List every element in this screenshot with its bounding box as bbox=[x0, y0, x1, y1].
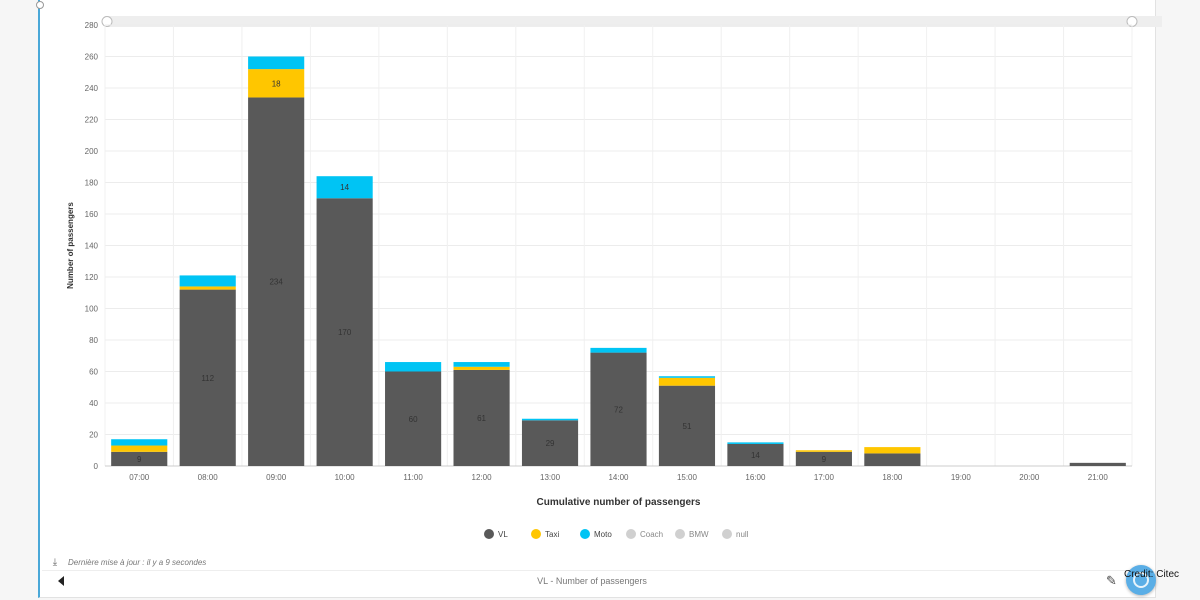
data-label: 72 bbox=[614, 405, 623, 414]
legend-marker bbox=[531, 529, 541, 539]
legend-item-moto[interactable]: Moto bbox=[580, 529, 612, 539]
y-tick-label: 0 bbox=[94, 462, 99, 471]
y-tick-label: 20 bbox=[89, 431, 98, 440]
y-tick-label: 100 bbox=[85, 305, 99, 314]
legend-item-coach[interactable]: Coach bbox=[626, 529, 663, 539]
data-label: 51 bbox=[683, 422, 692, 431]
bar-taxi bbox=[658, 377, 716, 386]
bar-moto bbox=[727, 442, 784, 444]
y-tick-label: 120 bbox=[85, 273, 99, 282]
stacked-bar-chart: 0 20 40 60 80 100 120 140 160 180 200 220 240 260 280 9… bbox=[66, 16, 1162, 539]
bar-moto bbox=[590, 347, 647, 353]
x-tick-label: 11:00 bbox=[403, 473, 423, 482]
y-tick-label: 180 bbox=[85, 179, 99, 188]
data-label: 14 bbox=[751, 451, 760, 460]
y-tick-label: 260 bbox=[85, 53, 99, 62]
y-tick-label: 200 bbox=[85, 147, 99, 156]
legend-marker bbox=[722, 529, 732, 539]
x-tick-label: 12:00 bbox=[472, 473, 493, 482]
bar-taxi bbox=[179, 286, 236, 290]
x-tick-label: 19:00 bbox=[951, 473, 972, 482]
legend-label: VL bbox=[498, 530, 508, 539]
legend-label: null bbox=[736, 530, 749, 539]
x-tick-label: 16:00 bbox=[745, 473, 766, 482]
credit-text: Credit: Citec bbox=[1124, 569, 1180, 580]
data-label: 170 bbox=[338, 328, 352, 337]
legend-marker bbox=[675, 529, 685, 539]
bar-vl bbox=[864, 453, 921, 466]
series-title: VL - Number of passengers bbox=[537, 576, 647, 586]
x-tick-label: 18:00 bbox=[882, 473, 903, 482]
x-tick-label: 10:00 bbox=[335, 473, 356, 482]
data-label: 14 bbox=[340, 183, 349, 192]
x-tick-label: 15:00 bbox=[677, 473, 698, 482]
legend-label: Coach bbox=[640, 530, 663, 539]
x-tick-label: 08:00 bbox=[198, 473, 219, 482]
bar-moto bbox=[248, 56, 305, 70]
download-icon[interactable]: ⤓ bbox=[50, 557, 60, 568]
bar-moto bbox=[385, 362, 442, 372]
x-tick-label: 14:00 bbox=[608, 473, 629, 482]
last-update-text: Dernière mise à jour : il y a 9 secondes bbox=[68, 558, 207, 567]
bar-moto bbox=[179, 275, 236, 287]
data-label: 61 bbox=[477, 414, 486, 423]
x-tick-label: 13:00 bbox=[540, 473, 561, 482]
legend-item-bmw[interactable]: BMW bbox=[675, 529, 709, 539]
legend-label: Taxi bbox=[545, 530, 559, 539]
x-tick-label: 21:00 bbox=[1088, 473, 1109, 482]
y-tick-label: 60 bbox=[89, 368, 98, 377]
bar-vl bbox=[1069, 462, 1126, 466]
y-tick-label: 240 bbox=[85, 84, 99, 93]
y-tick-label: 280 bbox=[85, 21, 99, 30]
legend-label: BMW bbox=[689, 530, 709, 539]
legend-marker bbox=[580, 529, 590, 539]
bar-taxi bbox=[864, 447, 921, 454]
bar-moto bbox=[111, 439, 168, 446]
y-tick-label: 40 bbox=[89, 399, 98, 408]
legend-item-taxi[interactable]: Taxi bbox=[531, 529, 559, 539]
data-label: 9 bbox=[137, 455, 142, 464]
y-tick-label: 80 bbox=[89, 336, 98, 345]
x-axis-label: Cumulative number of passengers bbox=[537, 497, 701, 508]
bar-moto bbox=[521, 418, 579, 421]
y-tick-label: 220 bbox=[85, 116, 99, 125]
x-tick-label: 09:00 bbox=[266, 473, 287, 482]
pencil-icon[interactable]: ✎ bbox=[1106, 573, 1117, 589]
x-tick-label: 07:00 bbox=[129, 473, 150, 482]
bar-moto bbox=[658, 376, 716, 378]
bar-taxi bbox=[111, 445, 168, 452]
bar-moto bbox=[453, 362, 510, 367]
data-label: 112 bbox=[201, 374, 214, 383]
data-label: 60 bbox=[409, 415, 418, 424]
x-tick-label: 17:00 bbox=[814, 473, 835, 482]
y-tick-label: 140 bbox=[85, 242, 99, 251]
data-label: 29 bbox=[546, 439, 555, 448]
legend-marker bbox=[626, 529, 636, 539]
legend-label: Moto bbox=[594, 530, 612, 539]
data-label: 234 bbox=[269, 278, 283, 287]
data-label: 9 bbox=[822, 455, 827, 464]
bar-taxi bbox=[795, 450, 852, 452]
bar-taxi bbox=[453, 366, 510, 370]
y-tick-label: 160 bbox=[85, 210, 99, 219]
last-update-row: ⤓ Dernière mise à jour : il y a 9 second… bbox=[50, 557, 207, 568]
y-axis-label: Number of passengers bbox=[66, 202, 75, 289]
legend-marker bbox=[484, 529, 494, 539]
chart-footer-bar: VL - Number of passengers ✎ bbox=[42, 570, 1152, 593]
legend-item-vl[interactable]: VL bbox=[484, 529, 508, 539]
x-tick-label: 20:00 bbox=[1019, 473, 1040, 482]
data-label: 18 bbox=[272, 79, 281, 88]
legend-item-null[interactable]: null bbox=[722, 529, 749, 539]
